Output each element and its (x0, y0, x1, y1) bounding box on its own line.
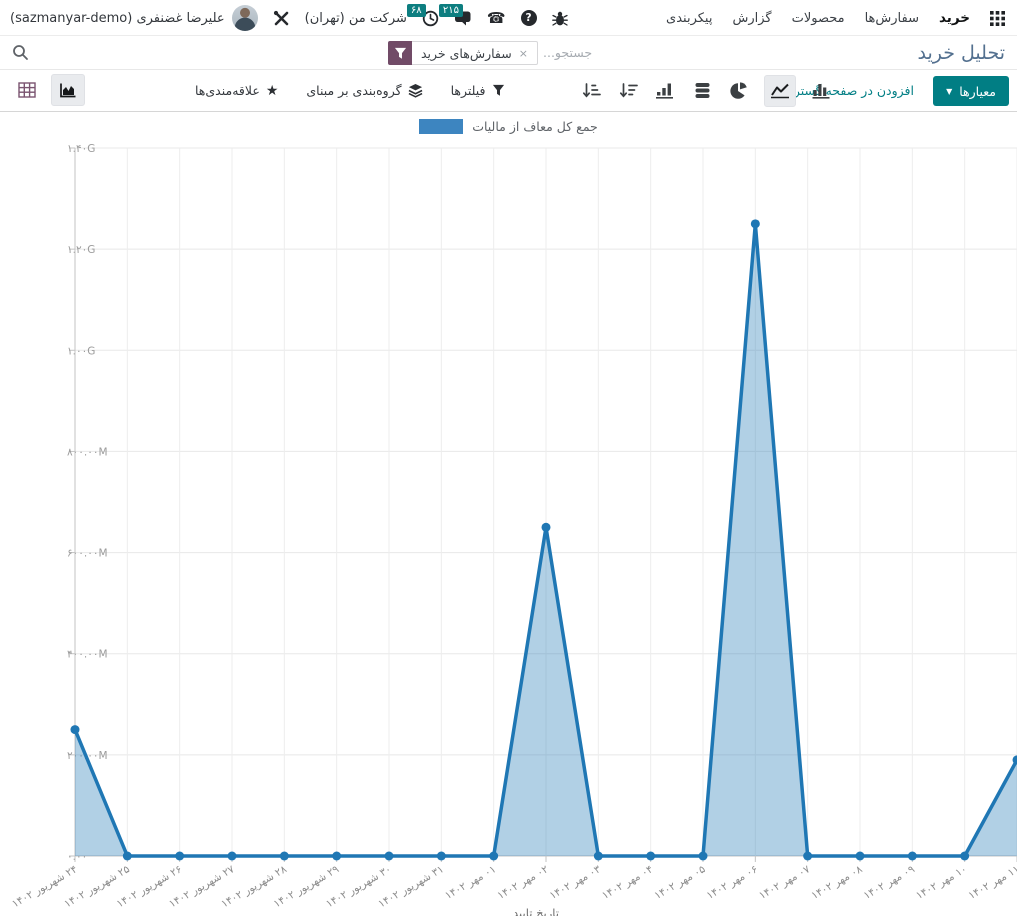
sort-descending-icon[interactable] (616, 77, 640, 105)
measures-label: معیارها (959, 84, 996, 99)
help-icon[interactable]: ? (521, 10, 537, 26)
x-tick-label: ۰۸ مهر ۱۴۰۲ (809, 863, 864, 902)
nav-item[interactable]: محصولات (792, 11, 845, 26)
chart-point[interactable] (908, 852, 917, 861)
control-panel: سفارش‌های خرید × جستجو... تحلیل خرید (0, 36, 1017, 70)
legend-swatch[interactable] (419, 119, 463, 134)
layers-icon (408, 83, 423, 98)
company-switcher[interactable]: شرکت من (تهران) (305, 11, 407, 26)
bug-icon[interactable] (552, 10, 568, 27)
chart-point[interactable] (1013, 755, 1017, 764)
chart-canvas[interactable]: ۰.۰۰۲۰۰.۰۰M۴۰۰.۰۰M۶۰۰.۰۰M۸۰۰.۰۰M۱.۰۰G۱.۲… (0, 112, 1017, 916)
groupby-dropdown[interactable]: گروه‌بندی بر مبنای (306, 83, 422, 98)
x-tick-label: ۰۱ مهر ۱۴۰۲ (443, 863, 498, 902)
apps-grid-icon[interactable] (990, 11, 1005, 26)
developer-tools-icon[interactable] (273, 10, 290, 27)
graph-toolbar: معیارها ▼ افزودن در صفحه گسترده (0, 70, 1017, 112)
x-tick-label: ۰۳ مهر ۱۴۰۲ (548, 863, 603, 902)
line-chart-icon[interactable] (764, 75, 796, 107)
chart-point[interactable] (542, 523, 551, 532)
search-icon[interactable] (12, 44, 29, 65)
chart-point[interactable] (332, 852, 341, 861)
chart-point[interactable] (385, 852, 394, 861)
search-facet: سفارش‌های خرید × (388, 41, 538, 65)
chart-point[interactable] (489, 852, 498, 861)
x-tick-label: ۱۱ مهر ۱۴۰۲ (966, 863, 1017, 902)
x-tick-label: ۰۹ مهر ۱۴۰۲ (862, 863, 917, 902)
stacked-icon[interactable] (690, 77, 714, 105)
chart-legend: جمع کل معاف از مالیات (0, 119, 1017, 134)
chart-point[interactable] (803, 852, 812, 861)
x-tick-label: ۱۰ مهر ۱۴۰۲ (914, 863, 969, 902)
search-options: فیلترها گروه‌بندی بر مبنای ★ علاقه‌مندی‌… (195, 70, 505, 111)
facet-remove-icon[interactable]: × (519, 47, 528, 60)
filters-label: فیلترها (451, 83, 486, 98)
phone-icon[interactable]: ☎ (487, 11, 506, 26)
x-tick-label: ۰۲ مهر ۱۴۰۲ (495, 863, 550, 902)
x-tick-label: ۰۵ مهر ۱۴۰۲ (652, 863, 707, 902)
sort-ascending-icon[interactable] (579, 77, 603, 105)
messages-badge: ۲۱۵ (439, 4, 463, 17)
chart-point[interactable] (228, 852, 237, 861)
y-tick-label: ۴۰۰.۰۰M (67, 649, 108, 661)
y-tick-label: ۶۰۰.۰۰M (67, 548, 108, 560)
chart-point[interactable] (594, 852, 603, 861)
y-tick-label: ۸۰۰.۰۰M (67, 446, 108, 458)
favorites-label: علاقه‌مندی‌ها (195, 83, 260, 98)
user-name: علیرضا غضنفری (sazmanyar-demo) (10, 11, 225, 26)
chart-point[interactable] (960, 852, 969, 861)
view-switcher (12, 74, 85, 106)
nav-item[interactable]: گزارش (732, 11, 771, 26)
purchase-analysis-page: خرید سفارش‌ها محصولات گزارش پیکربندی علیرضا … (0, 0, 1017, 916)
activities-badge: ۶۸ (407, 4, 426, 17)
measures-button[interactable]: معیارها ▼ (933, 76, 1009, 106)
messages-icon[interactable]: ۲۱۵ (454, 10, 472, 27)
star-icon: ★ (266, 84, 279, 98)
chart-point[interactable] (646, 852, 655, 861)
x-axis-title: تاریخ تایید (513, 906, 559, 916)
x-tick-label: ۰۷ مهر ۱۴۰۲ (757, 863, 812, 902)
chart-point[interactable] (751, 219, 760, 228)
favorites-dropdown[interactable]: ★ علاقه‌مندی‌ها (195, 83, 278, 98)
filter-funnel-icon (388, 41, 412, 65)
graph-view-button[interactable] (51, 74, 85, 106)
activities-icon[interactable]: ۶۸ (422, 10, 439, 27)
systray: علیرضا غضنفری (sazmanyar-demo) شرکت من (… (10, 0, 568, 36)
avatar (232, 5, 258, 31)
chevron-down-icon: ▼ (946, 87, 952, 96)
facet-value[interactable]: سفارش‌های خرید × (412, 41, 538, 65)
nav-item[interactable]: پیکربندی (666, 11, 712, 26)
chart-point[interactable] (175, 852, 184, 861)
y-tick-label: ۱.۰۰G (67, 345, 95, 357)
chart-options (579, 70, 833, 111)
search-input[interactable]: جستجو... (543, 45, 592, 60)
pivot-view-button[interactable] (12, 74, 42, 106)
x-tick-label: ۰۴ مهر ۱۴۰۲ (600, 863, 655, 902)
area-chart[interactable]: ۰.۰۰۲۰۰.۰۰M۴۰۰.۰۰M۶۰۰.۰۰M۸۰۰.۰۰M۱.۰۰G۱.۲… (0, 112, 1017, 916)
pie-chart-icon[interactable] (727, 77, 751, 105)
bar-chart-icon[interactable] (809, 77, 833, 105)
app-menu: خرید سفارش‌ها محصولات گزارش پیکربندی (654, 0, 1017, 36)
chart-point[interactable] (856, 852, 865, 861)
page-title: تحلیل خرید (918, 42, 1006, 64)
chart-point[interactable] (437, 852, 446, 861)
facet-label: سفارش‌های خرید (421, 46, 512, 61)
user-menu[interactable]: علیرضا غضنفری (sazmanyar-demo) (10, 5, 258, 31)
legend-label[interactable]: جمع کل معاف از مالیات (472, 119, 598, 134)
filters-dropdown[interactable]: فیلترها (451, 83, 505, 98)
chart-point[interactable] (699, 852, 708, 861)
nav-item[interactable]: سفارش‌ها (865, 11, 919, 26)
filters-funnel-icon (492, 84, 505, 97)
cumulative-icon[interactable] (653, 77, 677, 105)
x-tick-label: ۰۶ مهر ۱۴۰۲ (705, 863, 760, 902)
nav-app-root[interactable]: خرید (939, 10, 970, 26)
chart-point[interactable] (280, 852, 289, 861)
chart-point[interactable] (123, 852, 132, 861)
groupby-label: گروه‌بندی بر مبنای (306, 83, 401, 98)
y-tick-label: ۱.۴۰G (67, 143, 95, 155)
chart-point[interactable] (71, 725, 80, 734)
y-tick-label: ۱.۲۰G (67, 244, 95, 256)
top-navbar: خرید سفارش‌ها محصولات گزارش پیکربندی علیرضا … (0, 0, 1017, 36)
